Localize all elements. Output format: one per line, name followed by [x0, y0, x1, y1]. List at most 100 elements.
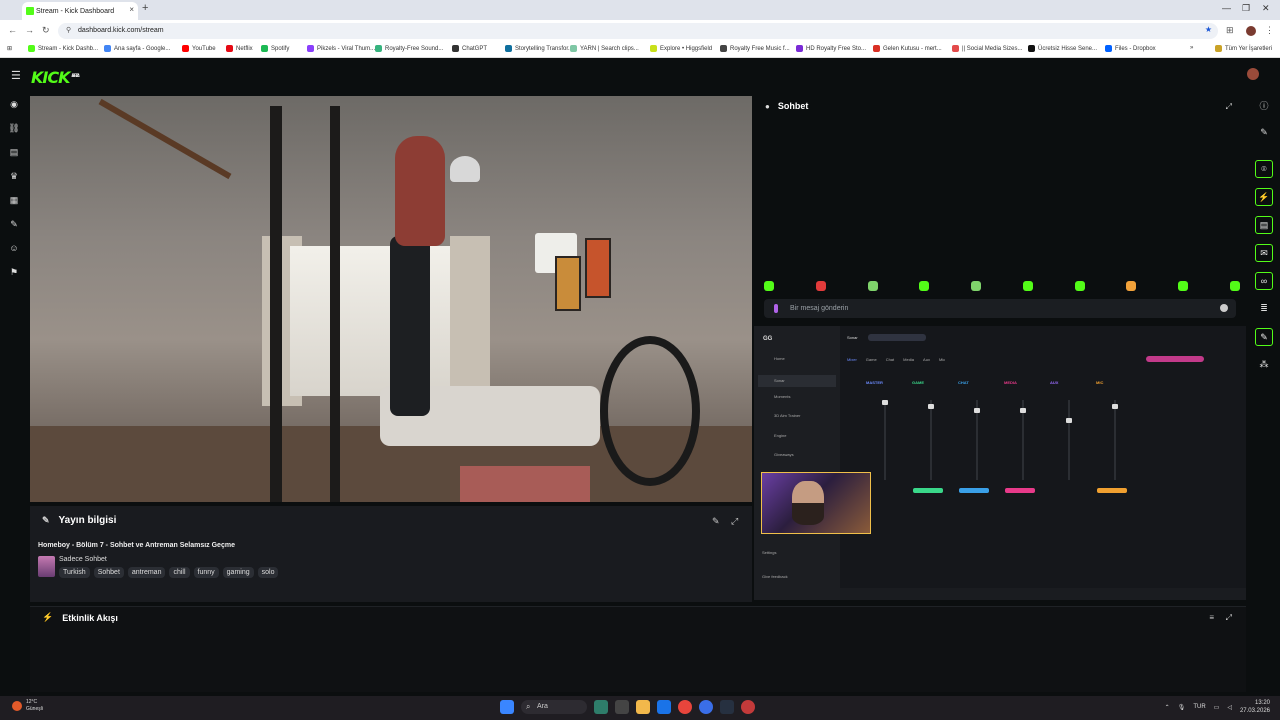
emote-icon[interactable] — [1229, 281, 1240, 291]
link-icon[interactable]: ⛓ — [8, 122, 20, 134]
site-info-icon[interactable]: ⚲ — [66, 23, 71, 39]
widgets-icon[interactable] — [615, 700, 629, 714]
emote-icon[interactable] — [815, 281, 826, 291]
bookmark-item[interactable]: Spotify — [261, 45, 289, 52]
bookmark-item[interactable]: HD Royalty Free Sto... — [796, 45, 866, 52]
category-name[interactable]: Sadece Sohbet — [59, 556, 107, 563]
mic-icon[interactable] — [774, 304, 778, 313]
profile-avatar[interactable] — [1246, 26, 1256, 36]
clock[interactable]: 13:20 27.03.2026 — [1240, 699, 1270, 715]
camera-icon[interactable]: ⌾ — [1255, 160, 1273, 178]
emote-icon[interactable] — [919, 281, 930, 291]
forward-icon[interactable]: → — [25, 25, 34, 35]
emoji-icon[interactable] — [1220, 304, 1228, 312]
emote-icon[interactable] — [1074, 281, 1085, 291]
emote-icon[interactable] — [1178, 281, 1189, 291]
mic-tray-icon[interactable]: 🎙 — [1178, 704, 1186, 711]
bookmark-item[interactable]: Netflix — [226, 45, 253, 52]
start-icon[interactable] — [500, 700, 514, 714]
chrome-icon[interactable] — [678, 700, 692, 714]
new-tab-icon[interactable]: + — [142, 2, 148, 14]
network-icon[interactable]: ▭ — [1214, 704, 1220, 711]
bookmark-item[interactable]: ChatGPT — [452, 45, 487, 52]
steelseries-icon[interactable] — [720, 700, 734, 714]
extensions-icon[interactable]: ⊞ — [1226, 25, 1234, 36]
stream-tag[interactable]: chill — [169, 567, 190, 578]
activity-popout-icon[interactable]: ⤢ — [1226, 613, 1232, 623]
bookmark-item[interactable]: YARN | Search clips... — [570, 45, 639, 52]
all-bookmarks[interactable]: Tüm Yer İşaretleri — [1215, 45, 1272, 52]
bookmark-item[interactable]: Ana sayfa - Google... — [104, 45, 170, 52]
stream-tag[interactable]: antreman — [127, 567, 166, 578]
bookmark-item[interactable]: Gelen Kutusu - mert... — [873, 45, 942, 52]
bookmark-star-icon[interactable]: ★ — [1205, 25, 1212, 34]
lightning-icon[interactable]: ⚡ — [1255, 188, 1273, 206]
bookmark-item[interactable]: || Social Media Sizes... — [952, 45, 1022, 52]
emote-icon[interactable] — [867, 281, 878, 291]
emote-icon[interactable] — [1126, 281, 1137, 291]
close-window-icon[interactable]: ✕ — [1262, 3, 1270, 14]
link-rail-icon[interactable]: ∞ — [1255, 272, 1273, 290]
tray-chevron-icon[interactable]: ⌃ — [1165, 704, 1170, 711]
emote-icon[interactable] — [1022, 281, 1033, 291]
bookmark-item[interactable]: Stream - Kick Dashb... — [28, 45, 98, 52]
stream-tag[interactable]: gaming — [222, 567, 254, 578]
browser-tab[interactable]: Stream - Kick Dashboard × — [22, 2, 138, 20]
broadcast-icon[interactable]: ◉ — [8, 98, 20, 110]
filter-icon[interactable]: ≡ — [1209, 613, 1214, 622]
calendar-icon[interactable] — [657, 700, 671, 714]
bookmark-item[interactable]: Royalty Free Music f... — [720, 45, 790, 52]
close-tab-icon[interactable]: × — [129, 5, 134, 14]
category-thumbnail[interactable] — [38, 556, 55, 577]
pencil-icon[interactable]: ✎ — [1255, 124, 1273, 142]
bookmark-item[interactable]: YouTube — [182, 45, 216, 52]
bookmark-item[interactable]: Storytelling Transfor... — [505, 45, 573, 52]
bookmark-item[interactable]: Files - Dropbox — [1105, 45, 1156, 52]
popout-icon[interactable]: ⤢ — [731, 516, 738, 527]
edit-icon[interactable]: ✎ — [712, 516, 720, 527]
task-view-icon[interactable] — [594, 700, 608, 714]
document-icon[interactable]: ▤ — [1255, 216, 1273, 234]
stream-preview-video[interactable] — [30, 96, 752, 502]
file-explorer-icon[interactable] — [636, 700, 650, 714]
moderation-icon[interactable]: ⚑ — [8, 266, 20, 278]
wrench-rail-icon[interactable]: ✎ — [1255, 328, 1273, 346]
volume-icon[interactable]: ◁ — [1227, 704, 1232, 711]
community-icon[interactable]: ☺ — [8, 242, 20, 254]
taskbar-search[interactable]: ⌕ Ara — [521, 700, 587, 714]
maximize-icon[interactable]: ❐ — [1242, 3, 1250, 14]
back-icon[interactable]: ← — [8, 25, 17, 35]
bookmark-item[interactable]: Pikzels - Viral Thum... — [307, 45, 375, 52]
nodes-icon[interactable]: ⁂ — [1255, 356, 1273, 374]
apps-icon[interactable]: ⊞ — [7, 45, 12, 52]
chat-input[interactable]: Bir mesaj gönderin — [764, 299, 1236, 318]
trophy-icon[interactable]: ♛ — [8, 170, 20, 182]
bookmark-item[interactable]: Ücretsiz Hisse Sene... — [1028, 45, 1097, 52]
minimize-icon[interactable]: — — [1222, 3, 1231, 13]
stream-tag[interactable]: Turkish — [59, 567, 90, 578]
stream-tag[interactable]: funny — [193, 567, 219, 578]
analytics-icon[interactable]: ▤ — [8, 146, 20, 158]
message-icon[interactable]: ✉ — [1255, 244, 1273, 262]
layers-icon[interactable]: ≣ — [1255, 300, 1273, 318]
obs-icon[interactable] — [741, 700, 755, 714]
weather-widget[interactable]: 12°C Güneşli — [12, 699, 43, 713]
bookmark-item[interactable]: Royalty-Free Sound... — [375, 45, 443, 52]
url-field[interactable]: ⚲ dashboard.kick.com/stream — [58, 23, 1218, 39]
bookmark-item[interactable]: Explore • Higgsfield — [650, 45, 712, 52]
kick-logo[interactable]: KICK BETA — [31, 68, 80, 87]
browser-menu-icon[interactable]: ⋮ — [1265, 25, 1274, 36]
more-bookmarks-icon[interactable]: » — [1190, 45, 1193, 51]
menu-icon[interactable]: ☰ — [11, 69, 21, 82]
stream-tag[interactable]: Sohbet — [93, 567, 124, 578]
tools-icon[interactable]: ✎ — [8, 218, 20, 230]
info-icon[interactable]: ⓘ — [1255, 98, 1273, 116]
emote-icon[interactable] — [971, 281, 982, 291]
language-indicator[interactable]: TUR — [1193, 704, 1205, 710]
emote-icon[interactable] — [764, 281, 774, 291]
chat-popout-icon[interactable]: ⤢ — [1226, 102, 1232, 112]
video-library-icon[interactable]: ▦ — [8, 194, 20, 206]
user-avatar[interactable] — [1247, 68, 1259, 80]
stream-tag[interactable]: solo — [257, 567, 279, 578]
reload-icon[interactable]: ↻ — [42, 25, 50, 36]
